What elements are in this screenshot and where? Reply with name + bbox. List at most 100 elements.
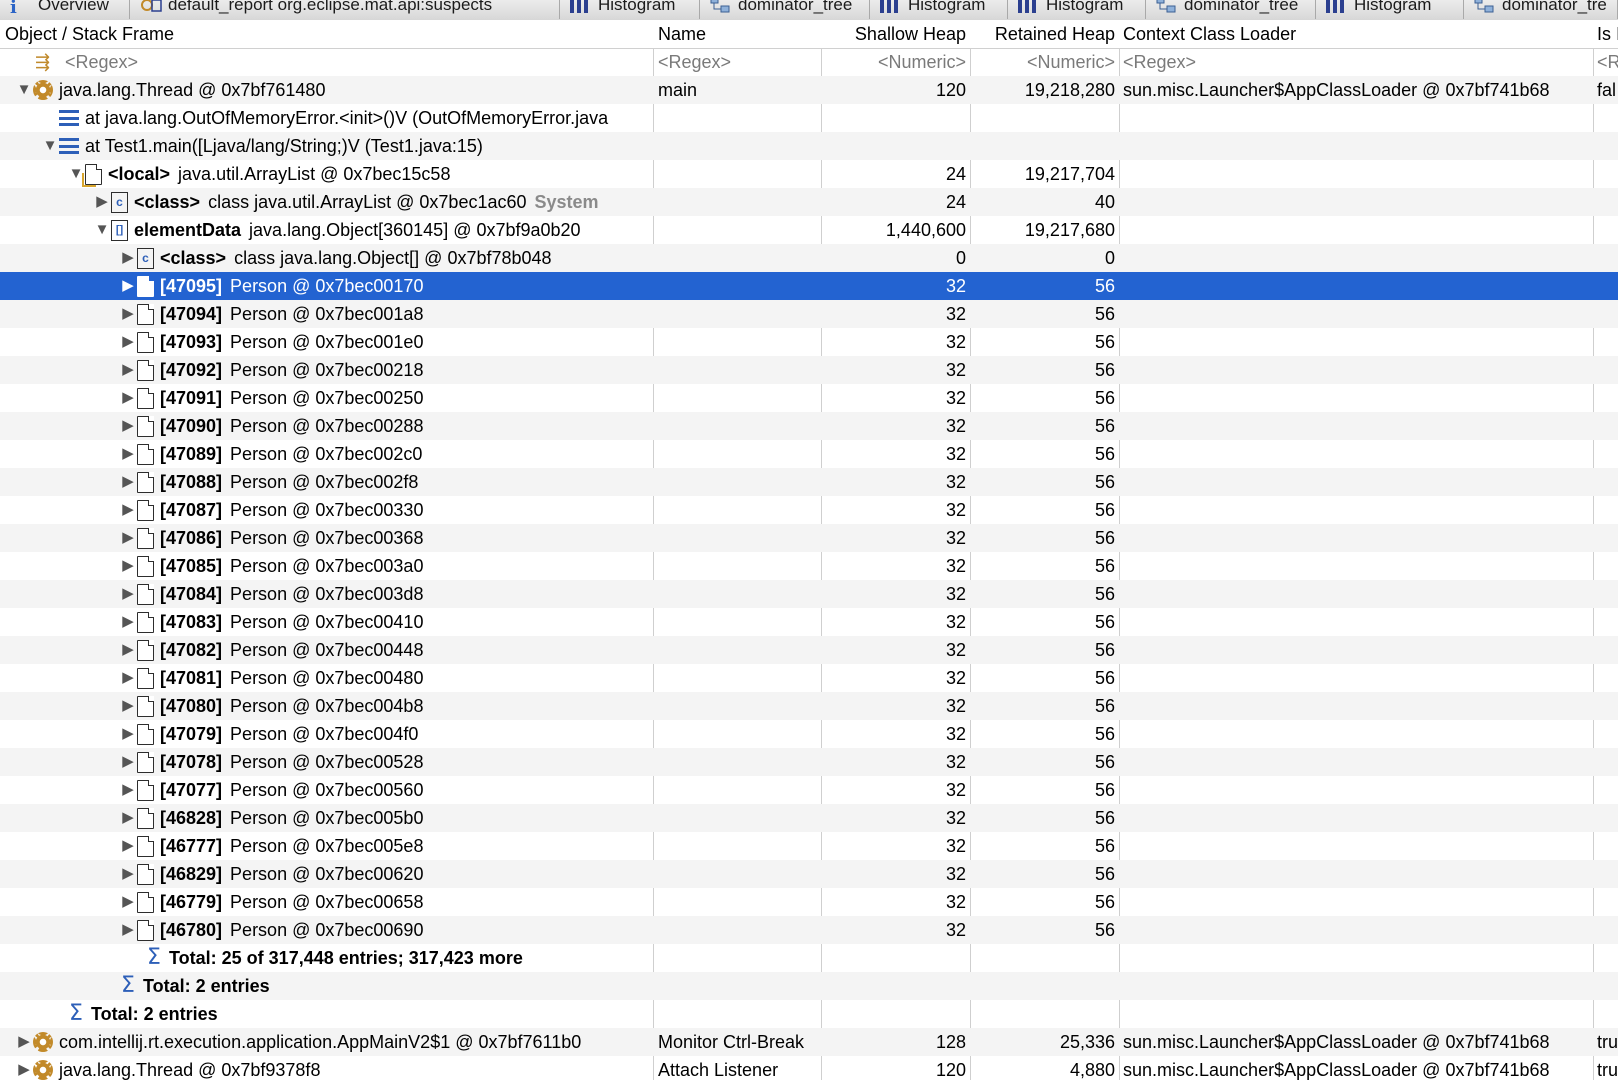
table-row-person[interactable]: ▶ [47086] Person @ 0x7bec00368 32 56: [0, 524, 1618, 552]
tab-histogram-2[interactable]: Histogram: [870, 0, 1008, 19]
expand-toggle-icon[interactable]: ▼: [93, 216, 111, 244]
expand-toggle-icon[interactable]: ▶: [119, 468, 137, 496]
table-row-person[interactable]: ▶ [47087] Person @ 0x7bec00330 32 56: [0, 496, 1618, 524]
table-row-class[interactable]: ▶ c <class> class java.util.ArrayList @ …: [0, 188, 1618, 216]
table-row-person[interactable]: ▶ [47077] Person @ 0x7bec00560 32 56: [0, 776, 1618, 804]
expand-toggle-icon[interactable]: ▶: [119, 748, 137, 776]
table-row-person[interactable]: ▶ [47078] Person @ 0x7bec00528 32 56: [0, 748, 1618, 776]
table-row-person[interactable]: ▶ [47082] Person @ 0x7bec00448 32 56: [0, 636, 1618, 664]
expand-toggle-icon[interactable]: ▶: [119, 608, 137, 636]
table-row-person[interactable]: ▶ [47080] Person @ 0x7bec004b8 32 56: [0, 692, 1618, 720]
column-header-object[interactable]: Object / Stack Frame: [5, 20, 653, 48]
object-icon: [137, 751, 154, 773]
table-row-total[interactable]: Σ Total: 2 entries: [0, 972, 1618, 1000]
is-filter-input[interactable]: <R: [1597, 48, 1618, 76]
expand-toggle-icon[interactable]: ▶: [119, 804, 137, 832]
table-row-person[interactable]: ▶ [47091] Person @ 0x7bec00250 32 56: [0, 384, 1618, 412]
shallow-heap-value: 32: [945, 696, 966, 716]
expand-toggle-icon[interactable]: ▶: [119, 384, 137, 412]
expand-toggle-icon[interactable]: ▶: [119, 664, 137, 692]
expand-toggle-icon[interactable]: ▶: [119, 552, 137, 580]
expand-toggle-icon[interactable]: ▶: [119, 636, 137, 664]
expand-toggle-icon[interactable]: ▶: [119, 580, 137, 608]
shallow-heap-value: 32: [945, 836, 966, 856]
expand-toggle-icon[interactable]: ▶: [119, 720, 137, 748]
loader-filter-input[interactable]: <Regex>: [1123, 48, 1593, 76]
table-row-person[interactable]: ▶ [47088] Person @ 0x7bec002f8 32 56: [0, 468, 1618, 496]
table-row-person[interactable]: ▶ [47084] Person @ 0x7bec003d8 32 56: [0, 580, 1618, 608]
table-row-class[interactable]: ▶ c <class> class java.lang.Object[] @ 0…: [0, 244, 1618, 272]
table-row-person[interactable]: ▶ [47093] Person @ 0x7bec001e0 32 56: [0, 328, 1618, 356]
tab-histogram-3[interactable]: Histogram: [1008, 0, 1146, 19]
shallow-filter-input[interactable]: <Numeric>: [822, 48, 970, 76]
table-row-person[interactable]: ▶ [47092] Person @ 0x7bec00218 32 56: [0, 356, 1618, 384]
column-header-retained-heap[interactable]: Retained Heap: [971, 20, 1118, 48]
expand-toggle-icon[interactable]: ▶: [119, 524, 137, 552]
table-row-person[interactable]: ▶ [47079] Person @ 0x7bec004f0 32 56: [0, 720, 1618, 748]
table-row-total[interactable]: Σ Total: 2 entries: [0, 1000, 1618, 1028]
column-header-shallow-heap[interactable]: Shallow Heap: [822, 20, 970, 48]
table-row-person[interactable]: ▶ [46829] Person @ 0x7bec00620 32 56: [0, 860, 1618, 888]
array-index: [46777]: [160, 836, 223, 856]
table-row-stack-frame[interactable]: ▼ at Test1.main([Ljava/lang/String;)V (T…: [0, 132, 1618, 160]
table-row-person[interactable]: ▶ [47083] Person @ 0x7bec00410 32 56: [0, 608, 1618, 636]
expand-toggle-icon[interactable]: ▶: [119, 300, 137, 328]
object-label: Person @ 0x7bec002c0: [230, 444, 423, 464]
tab-default-report[interactable]: default_report org.eclipse.mat.api:suspe…: [130, 0, 560, 19]
table-row-thread-main[interactable]: ▼ java.lang.Thread @ 0x7bf761480 main 12…: [0, 76, 1618, 104]
table-row-element-data[interactable]: ▼ [] elementData java.lang.Object[360145…: [0, 216, 1618, 244]
expand-toggle-icon[interactable]: ▶: [93, 188, 111, 216]
expand-toggle-icon[interactable]: ▼: [41, 132, 59, 160]
expand-toggle-icon[interactable]: ▶: [119, 860, 137, 888]
table-row-person[interactable]: ▶ [47094] Person @ 0x7bec001a8 32 56: [0, 300, 1618, 328]
table-row-person[interactable]: ▶ [46777] Person @ 0x7bec005e8 32 56: [0, 832, 1618, 860]
column-header-name[interactable]: Name: [658, 20, 821, 48]
expand-toggle-icon[interactable]: ▶: [119, 356, 137, 384]
expand-toggle-icon[interactable]: ▶: [119, 888, 137, 916]
array-index: [47087]: [160, 500, 223, 520]
column-header-is[interactable]: Is I: [1597, 20, 1618, 48]
table-row-person[interactable]: ▶ [47089] Person @ 0x7bec002c0 32 56: [0, 440, 1618, 468]
column-header-context-class-loader[interactable]: Context Class Loader: [1123, 20, 1593, 48]
table-row-total-entries[interactable]: Σ Total: 25 of 317,448 entries; 317,423 …: [0, 944, 1618, 972]
tab-histogram-4[interactable]: Histogram: [1316, 0, 1464, 19]
tab-dominator-tree-2[interactable]: dominator_tree: [1146, 0, 1316, 19]
array-index: [47095]: [160, 276, 223, 296]
array-index: [47079]: [160, 724, 223, 744]
table-row-thread[interactable]: ▶ com.intellij.rt.execution.application.…: [0, 1028, 1618, 1056]
table-row-stack-frame[interactable]: at java.lang.OutOfMemoryError.<init>()V …: [0, 104, 1618, 132]
expand-toggle-icon[interactable]: ▶: [119, 272, 137, 300]
object-label: Person @ 0x7bec003a0: [230, 556, 424, 576]
expand-toggle-icon[interactable]: ▶: [119, 776, 137, 804]
tab-overview[interactable]: i Overview: [0, 0, 130, 19]
table-row-person[interactable]: ▶ [47090] Person @ 0x7bec00288 32 56: [0, 412, 1618, 440]
table-row-person[interactable]: ▶ [46780] Person @ 0x7bec00690 32 56: [0, 916, 1618, 944]
shallow-heap-value: 32: [945, 556, 966, 576]
expand-toggle-icon[interactable]: ▶: [119, 832, 137, 860]
table-row-local[interactable]: ▼ <local> java.util.ArrayList @ 0x7bec15…: [0, 160, 1618, 188]
expand-toggle-icon[interactable]: ▶: [119, 244, 137, 272]
tab-dominator-tree-1[interactable]: dominator_tree: [700, 0, 870, 19]
object-filter-input[interactable]: <Regex>: [65, 48, 138, 76]
tab-dominator-tree-3[interactable]: dominator_tre: [1464, 0, 1618, 19]
table-row-person[interactable]: ▶ [46779] Person @ 0x7bec00658 32 56: [0, 888, 1618, 916]
array-index: [47088]: [160, 472, 223, 492]
expand-toggle-icon[interactable]: ▶: [119, 916, 137, 944]
object-icon: [82, 163, 102, 187]
expand-toggle-icon[interactable]: ▶: [119, 692, 137, 720]
tab-histogram-1[interactable]: Histogram: [560, 0, 700, 19]
table-row-person[interactable]: ▶ [47081] Person @ 0x7bec00480 32 56: [0, 664, 1618, 692]
table-row-person[interactable]: ▶ [47085] Person @ 0x7bec003a0 32 56: [0, 552, 1618, 580]
expand-toggle-icon[interactable]: ▶: [119, 328, 137, 356]
table-row-person[interactable]: ▶ [46828] Person @ 0x7bec005b0 32 56: [0, 804, 1618, 832]
retained-filter-input[interactable]: <Numeric>: [971, 48, 1118, 76]
object-label: Person @ 0x7bec00560: [230, 780, 424, 800]
name-filter-input[interactable]: <Regex>: [658, 48, 821, 76]
table-row-person[interactable]: ▶ [47095] Person @ 0x7bec00170 32 56: [0, 272, 1618, 300]
expand-toggle-icon[interactable]: ▶: [119, 440, 137, 468]
expand-toggle-icon[interactable]: ▶: [119, 496, 137, 524]
expand-toggle-icon[interactable]: ▶: [119, 412, 137, 440]
expand-toggle-icon[interactable]: ▶: [15, 1028, 33, 1056]
object-icon: [137, 835, 154, 857]
expand-toggle-icon[interactable]: ▼: [15, 76, 33, 104]
